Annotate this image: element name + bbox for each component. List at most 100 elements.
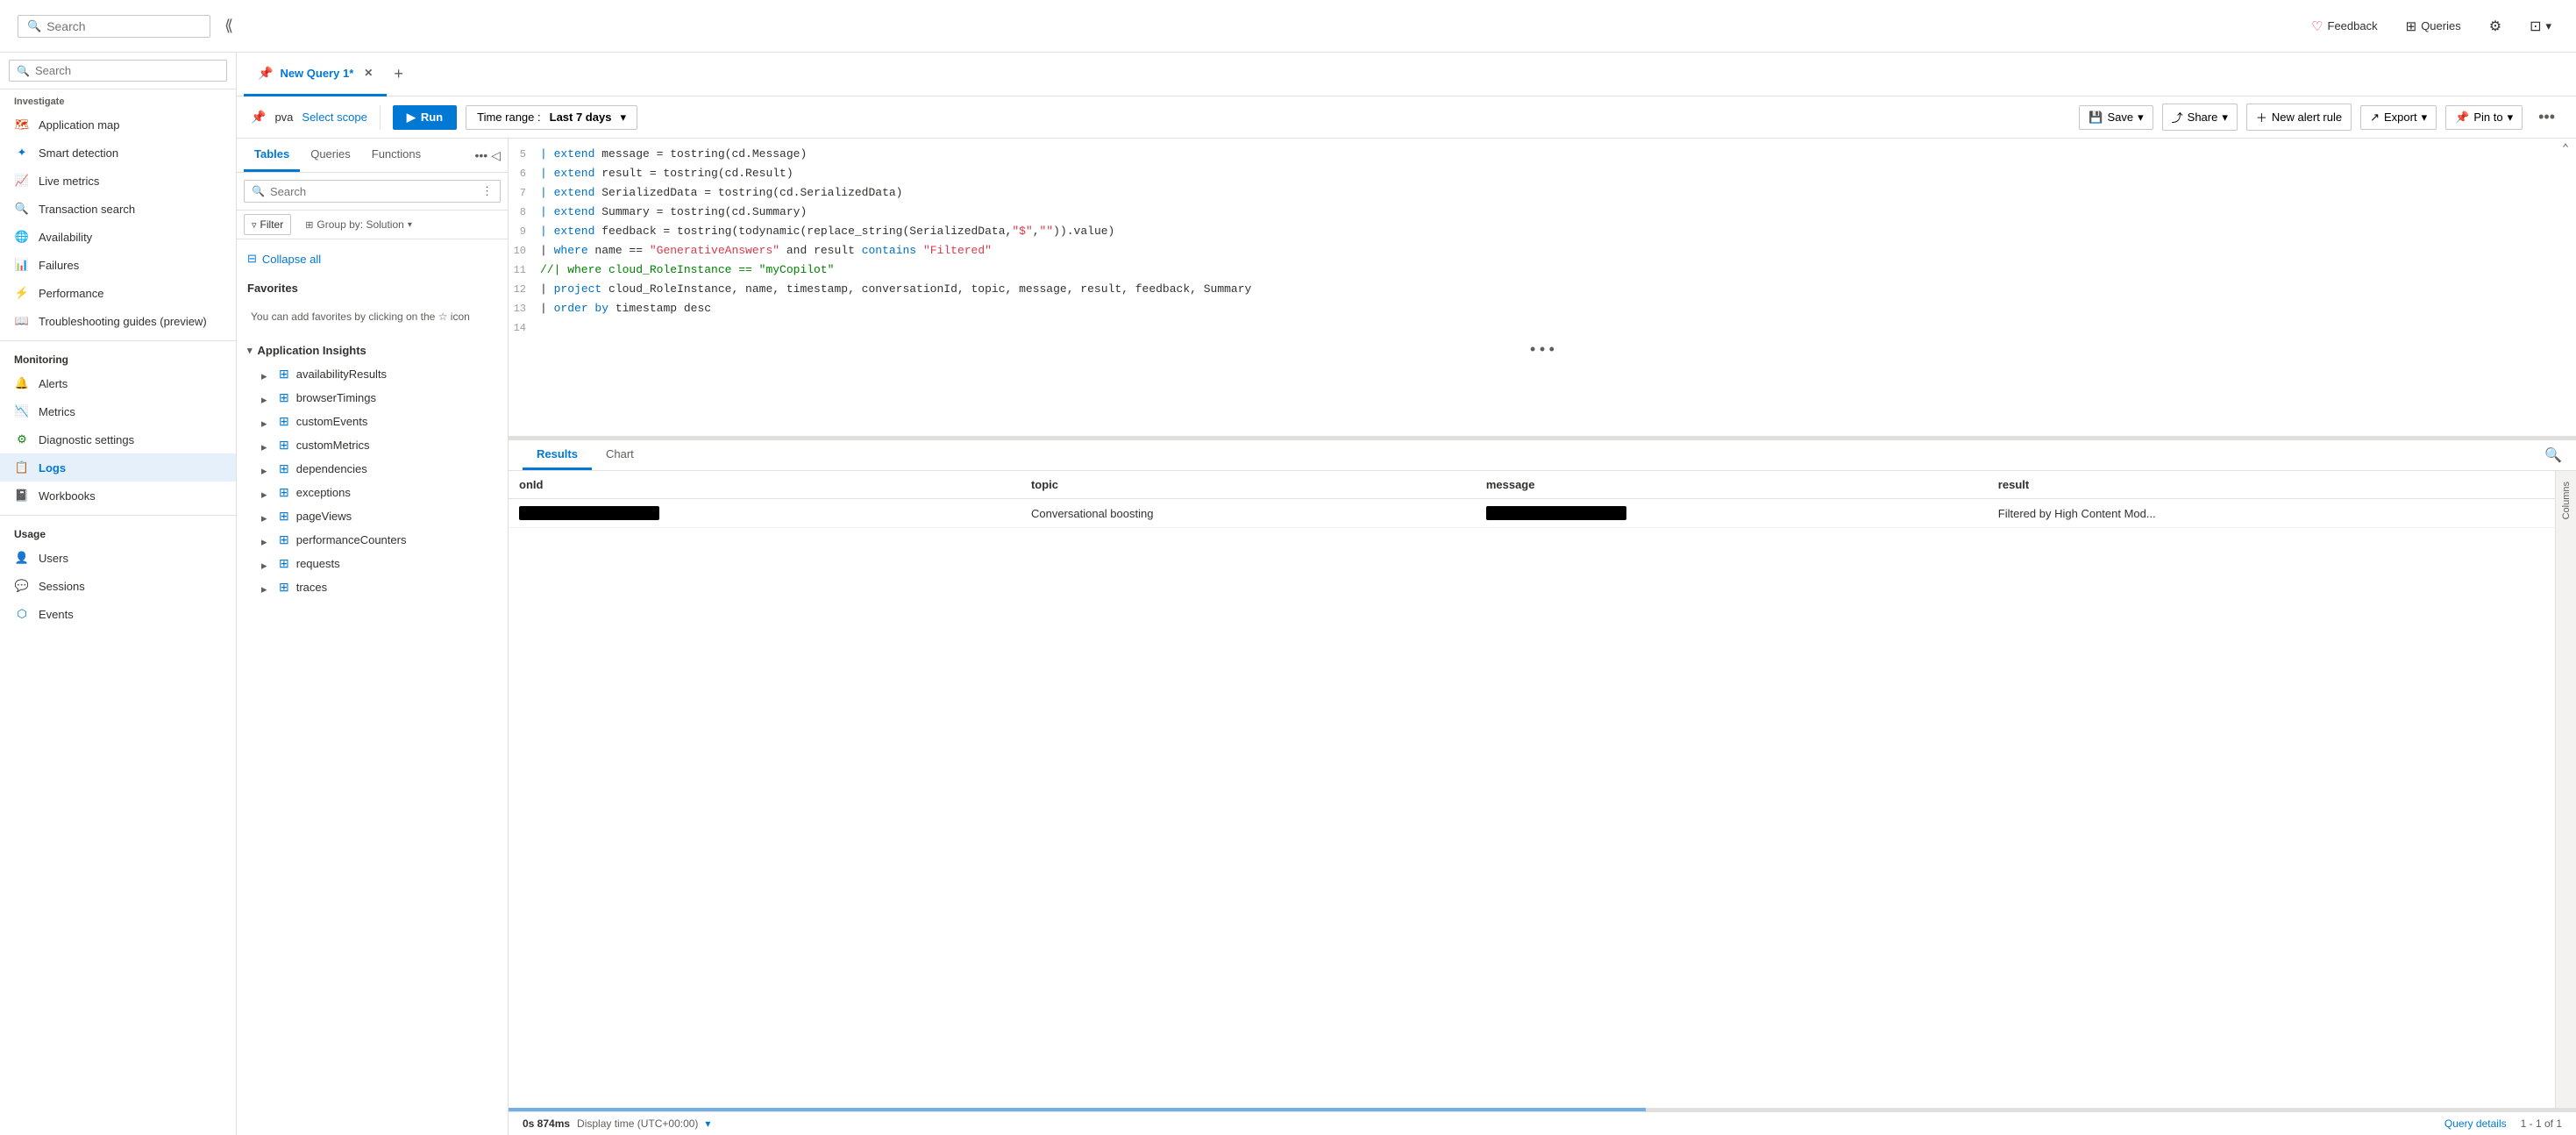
sidebar-item-troubleshooting-guides[interactable]: 📖 Troubleshooting guides (preview) <box>0 307 236 335</box>
schema-item-customMetrics[interactable]: ▸ ⊞ customMetrics <box>237 433 508 457</box>
queries-button[interactable]: ⊞ Queries <box>2399 15 2468 38</box>
code-line-9: 9 | extend feedback = tostring(todynamic… <box>509 223 2576 242</box>
sidebar-item-events[interactable]: ⬡ Events <box>0 600 236 628</box>
middle-tab-more-button[interactable]: ••• ◁ <box>475 148 502 163</box>
sidebar-item-smart-detection[interactable]: ✦ Smart detection <box>0 139 236 167</box>
schema-item-traces[interactable]: ▸ ⊞ traces <box>237 575 508 599</box>
app-insights-section: ▾ Application Insights ▸ ⊞ availabilityR… <box>237 335 508 603</box>
sidebar-item-live-metrics[interactable]: 📈 Live metrics <box>0 167 236 195</box>
schema-item-requests[interactable]: ▸ ⊞ requests <box>237 552 508 575</box>
schema-item-customEvents[interactable]: ▸ ⊞ customEvents <box>237 410 508 433</box>
sidebar-search-box: 🔍 <box>9 60 227 82</box>
expand-button[interactable]: ⊡ ▾ <box>2523 14 2558 39</box>
new-alert-rule-button[interactable]: ＋ New alert rule <box>2246 104 2352 131</box>
tab-results[interactable]: Results <box>523 440 592 470</box>
app-container: 🔍 ⟪ ♡ Feedback ⊞ Queries ⚙ ⊡ ▾ <box>0 0 2576 1135</box>
schema-item-performanceCounters[interactable]: ▸ ⊞ performanceCounters <box>237 528 508 552</box>
collapse-all-label: Collapse all <box>262 253 321 266</box>
line-number-14: 14 <box>509 319 540 336</box>
sidebar-item-workbooks[interactable]: 📓 Workbooks <box>0 482 236 510</box>
table-label-exceptions: exceptions <box>296 486 351 499</box>
code-line-14: 14 <box>509 319 2576 339</box>
tab-new-query-1[interactable]: 📌 New Query 1* ✕ <box>244 53 387 96</box>
tab-functions-label: Functions <box>372 147 421 161</box>
results-search-icon-button[interactable]: 🔍 <box>2544 446 2562 464</box>
middle-content: ⊟ Collapse all Favorites You can add fav… <box>237 239 508 1135</box>
sidebar-item-failures[interactable]: 📊 Failures <box>0 251 236 279</box>
share-button[interactable]: ⤴ Share ▾ <box>2162 104 2238 131</box>
sidebar-item-alerts[interactable]: 🔔 Alerts <box>0 369 236 397</box>
col-header-topic: topic <box>1021 471 1476 499</box>
middle-search-input[interactable] <box>270 185 476 198</box>
tab-queries[interactable]: Queries <box>300 139 361 172</box>
middle-search-more-icon[interactable]: ⋮ <box>481 184 493 198</box>
table-icon-customEvents: ⊞ <box>279 414 289 429</box>
select-scope-link[interactable]: Select scope <box>302 111 366 124</box>
line-content-13: | order by timestamp desc <box>540 300 2576 318</box>
collapse-all-button[interactable]: ⊟ Collapse all <box>237 246 508 271</box>
sidebar-label-troubleshooting-guides: Troubleshooting guides (preview) <box>39 315 207 328</box>
sidebar-item-sessions[interactable]: 💬 Sessions <box>0 572 236 600</box>
group-by-button[interactable]: ⊞ Group by: Solution ▾ <box>298 215 419 234</box>
code-editor[interactable]: ⌃ 5 | extend message = tostring(cd.Messa… <box>509 139 2576 437</box>
table-expand-icon-dependencies: ▸ <box>261 464 272 475</box>
tab-close-button[interactable]: ✕ <box>364 67 373 79</box>
settings-button[interactable]: ⚙ <box>2482 14 2508 39</box>
sidebar-item-metrics[interactable]: 📉 Metrics <box>0 397 236 425</box>
tab-tables[interactable]: Tables <box>244 139 300 172</box>
tab-functions[interactable]: Functions <box>361 139 431 172</box>
favorites-label: Favorites <box>247 282 298 295</box>
sidebar-item-logs[interactable]: 📋 Logs <box>0 453 236 482</box>
sidebar-collapse-button[interactable]: ⟪ <box>217 13 240 39</box>
save-button[interactable]: 💾 Save ▾ <box>2079 105 2153 130</box>
results-table-area: onId topic message <box>509 471 2555 1108</box>
schema-item-exceptions[interactable]: ▸ ⊞ exceptions <box>237 481 508 504</box>
sidebar-label-failures: Failures <box>39 259 79 272</box>
feedback-button[interactable]: ♡ Feedback <box>2304 15 2385 38</box>
middle-search-icon: 🔍 <box>252 185 265 197</box>
middle-panel-tabs: Tables Queries Functions ••• ◁ <box>237 139 508 173</box>
query-details-link[interactable]: Query details <box>2444 1117 2507 1130</box>
time-range-button[interactable]: Time range : Last 7 days ▾ <box>466 105 637 130</box>
run-button[interactable]: ▶ Run <box>393 105 457 130</box>
schema-item-pageViews[interactable]: ▸ ⊞ pageViews <box>237 504 508 528</box>
tab-chart-label: Chart <box>606 447 634 460</box>
metrics-icon: 📉 <box>14 403 30 419</box>
schema-item-dependencies[interactable]: ▸ ⊞ dependencies <box>237 457 508 481</box>
collapse-editor-button[interactable]: ⌃ <box>2562 142 2569 155</box>
group-by-grid-icon: ⊞ <box>305 219 313 231</box>
col-header-message: message <box>1476 471 1988 499</box>
top-bar-search-input[interactable] <box>46 19 204 33</box>
pin-to-button[interactable]: 📌 Pin to ▾ <box>2445 105 2523 130</box>
tab-chart[interactable]: Chart <box>592 440 648 470</box>
sidebar-item-application-map[interactable]: 🗺 Application map <box>0 111 236 139</box>
results-display-time-label: Display time (UTC+00:00) <box>577 1117 698 1130</box>
results-content-row: onId topic message <box>509 471 2576 1108</box>
sidebar-item-diagnostic-settings[interactable]: ⚙ Diagnostic settings <box>0 425 236 453</box>
schema-item-browserTimings[interactable]: ▸ ⊞ browserTimings <box>237 386 508 410</box>
line-content-9: | extend feedback = tostring(todynamic(r… <box>540 223 2576 240</box>
code-line-7: 7 | extend SerializedData = tostring(cd.… <box>509 184 2576 203</box>
sidebar-search-input[interactable] <box>35 64 219 77</box>
collapse-all-icon: ⊟ <box>247 252 257 266</box>
sidebar-item-performance[interactable]: ⚡ Performance <box>0 279 236 307</box>
app-insights-header[interactable]: ▾ Application Insights <box>237 339 508 362</box>
filter-button[interactable]: ▿ Filter <box>244 214 291 235</box>
table-label-pageViews: pageViews <box>296 510 352 523</box>
failures-icon: 📊 <box>14 257 30 273</box>
results-tabs: Results Chart 🔍 <box>509 440 2576 471</box>
sidebar-label-users: Users <box>39 552 68 565</box>
sidebar-item-availability[interactable]: 🌐 Availability <box>0 223 236 251</box>
sidebar-item-users[interactable]: 👤 Users <box>0 544 236 572</box>
display-time-chevron-icon[interactable]: ▾ <box>705 1117 710 1130</box>
export-button[interactable]: ↗ Export ▾ <box>2360 105 2437 130</box>
columns-side-panel[interactable]: Columns <box>2555 471 2576 1108</box>
tab-tables-label: Tables <box>254 147 289 161</box>
table-row[interactable]: Conversational boosting Filtered by High… <box>509 499 2555 528</box>
add-tab-button[interactable]: + <box>387 65 410 83</box>
sidebar-label-performance: Performance <box>39 287 103 300</box>
schema-item-availabilityResults[interactable]: ▸ ⊞ availabilityResults <box>237 362 508 386</box>
heart-icon: ♡ <box>2311 18 2323 34</box>
more-options-button[interactable]: ••• <box>2531 104 2562 130</box>
sidebar-item-transaction-search[interactable]: 🔍 Transaction search <box>0 195 236 223</box>
